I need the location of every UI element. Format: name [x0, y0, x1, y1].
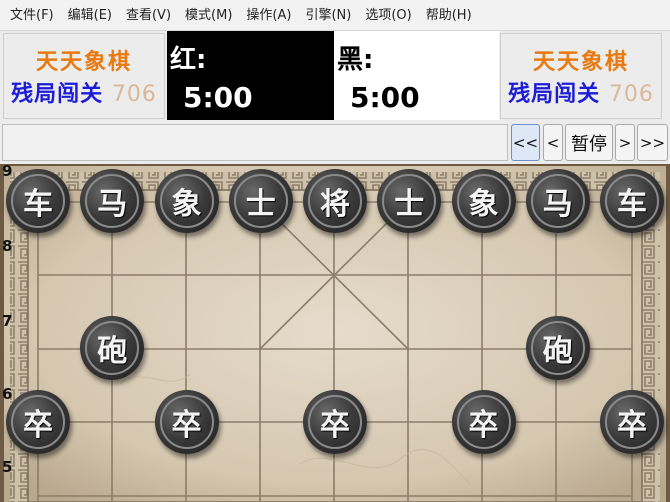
black-piece-0[interactable]: 车: [6, 169, 70, 233]
first-move-button[interactable]: <<: [511, 124, 540, 161]
piece-label: 象: [171, 187, 202, 222]
black-piece-6[interactable]: 象: [451, 169, 516, 233]
black-piece-10[interactable]: 砲: [525, 316, 590, 381]
row-label-6: 6: [2, 385, 13, 403]
piece-label: 将: [320, 187, 350, 222]
black-piece-7[interactable]: 马: [525, 169, 590, 233]
piece-label: 砲: [542, 334, 573, 370]
menu-edit[interactable]: 编辑(E): [61, 0, 119, 30]
logo-left: 天天象棋 残局闯关 706: [3, 33, 165, 119]
piece-label: 车: [617, 187, 647, 222]
logo-subtitle-text: 残局闯关: [508, 81, 601, 107]
logo-right: 天天象棋 残局闯关 706: [500, 33, 662, 119]
last-move-button[interactable]: >>: [637, 124, 668, 161]
piece-label: 砲: [97, 334, 128, 370]
red-clock-label: 红:: [170, 45, 207, 75]
chess-board[interactable]: 9 8 7 6 5 车 马 象 士 将 士 象 马 车砲 砲卒 卒 卒 卒 卒: [0, 164, 670, 502]
menu-view[interactable]: 查看(V): [119, 0, 178, 30]
logo-number: 706: [111, 82, 157, 107]
black-piece-8[interactable]: 车: [600, 169, 664, 233]
logo-number: 706: [608, 82, 654, 107]
menu-help[interactable]: 帮助(H): [419, 0, 479, 30]
black-piece-1[interactable]: 马: [80, 169, 145, 233]
logo-subtitle-text: 残局闯关: [11, 81, 104, 107]
black-clock-label: 黑:: [337, 45, 374, 75]
black-piece-15[interactable]: 卒: [600, 389, 664, 454]
piece-label: 马: [542, 187, 573, 222]
pause-button[interactable]: 暂停: [565, 124, 613, 161]
menu-file[interactable]: 文件(F): [0, 0, 61, 30]
piece-label: 卒: [617, 407, 647, 443]
menu-engine[interactable]: 引擎(N): [298, 0, 358, 30]
piece-label: 卒: [468, 407, 499, 443]
piece-label: 士: [394, 187, 425, 222]
next-move-button[interactable]: >: [615, 124, 635, 161]
row-label-9: 9: [2, 164, 13, 180]
black-piece-12[interactable]: 卒: [154, 389, 219, 454]
red-clock-time: 5:00: [183, 81, 253, 114]
logo-subtitle: 残局闯关 706: [4, 76, 164, 108]
black-piece-2[interactable]: 象: [154, 169, 219, 233]
row-label-8: 8: [2, 237, 13, 255]
row-label-5: 5: [2, 458, 13, 476]
status-field: [2, 124, 508, 161]
black-piece-9[interactable]: 砲: [80, 316, 145, 381]
logo-title: 天天象棋: [35, 49, 132, 75]
piece-label: 卒: [23, 407, 53, 443]
black-piece-11[interactable]: 卒: [6, 389, 70, 454]
menu-action[interactable]: 操作(A): [239, 0, 298, 30]
red-clock-panel: 红: 5:00: [167, 31, 334, 120]
piece-label: 象: [468, 187, 499, 222]
menu-bar: 文件(F) 编辑(E) 查看(V) 模式(M) 操作(A) 引擎(N) 选项(O…: [0, 0, 670, 31]
menu-mode[interactable]: 模式(M): [178, 0, 239, 30]
piece-label: 马: [97, 187, 128, 222]
menu-options[interactable]: 选项(O): [358, 0, 418, 30]
black-clock-panel: 黑: 5:00: [334, 31, 499, 120]
row-label-7: 7: [2, 312, 13, 330]
piece-label: 卒: [171, 407, 202, 443]
piece-label: 卒: [320, 407, 350, 443]
piece-label: 车: [23, 187, 53, 222]
black-piece-3[interactable]: 士: [228, 169, 293, 233]
piece-label: 士: [245, 187, 276, 222]
logo-title: 天天象棋: [532, 49, 629, 75]
logo-subtitle: 残局闯关 706: [501, 76, 661, 108]
black-piece-5[interactable]: 士: [377, 169, 442, 233]
black-piece-4[interactable]: 将: [303, 169, 367, 233]
black-clock-time: 5:00: [350, 81, 420, 114]
black-piece-13[interactable]: 卒: [303, 389, 367, 454]
prev-move-button[interactable]: <: [543, 124, 563, 161]
black-piece-14[interactable]: 卒: [451, 389, 516, 454]
